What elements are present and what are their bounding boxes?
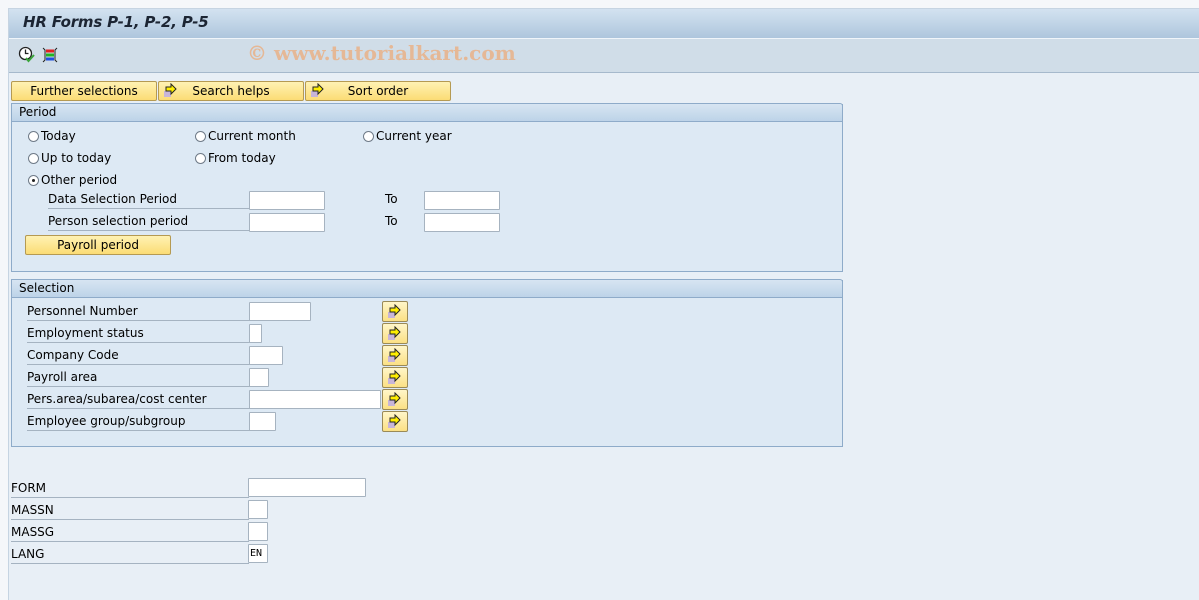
radio-today[interactable]: Today: [28, 128, 76, 144]
arrow-right-icon: [388, 304, 401, 318]
search-helps-label: Search helps: [192, 84, 270, 98]
execute-clock-icon[interactable]: [18, 46, 36, 64]
radio-label: Current year: [376, 129, 452, 143]
to-label: To: [385, 192, 398, 206]
multiple-selection-button[interactable]: [382, 411, 408, 432]
watermark-text: © www.tutorialkart.com: [247, 41, 516, 65]
multiple-selection-button[interactable]: [382, 301, 408, 322]
page-title: HR Forms P-1, P-2, P-5: [23, 13, 209, 31]
radio-current-year[interactable]: Current year: [363, 128, 452, 144]
employee-group-input[interactable]: [249, 412, 276, 431]
personnel-number-input[interactable]: [249, 302, 311, 321]
employment-status-label: Employment status: [27, 323, 250, 343]
personnel-number-label: Personnel Number: [27, 301, 250, 321]
arrow-right-icon: [388, 348, 401, 362]
radio-label: Up to today: [41, 151, 112, 165]
pers-area-input[interactable]: [249, 390, 381, 409]
arrow-right-icon: [163, 82, 179, 104]
data-selection-from-input[interactable]: [249, 191, 325, 210]
sap-window: HR Forms P-1, P-2, P-5 © www.tutorialkar…: [8, 8, 1199, 600]
radio-from-today[interactable]: From today: [195, 150, 276, 166]
radio-circle-selected[interactable]: [28, 175, 39, 186]
title-bar: HR Forms P-1, P-2, P-5: [9, 9, 1199, 39]
radio-label: From today: [208, 151, 276, 165]
radio-circle[interactable]: [28, 153, 39, 164]
person-selection-period-label: Person selection period: [48, 211, 250, 231]
multiple-selection-button[interactable]: [382, 389, 408, 410]
application-toolbar: © www.tutorialkart.com: [9, 39, 1199, 73]
selection-group: Selection Personnel Number Employment st…: [11, 279, 843, 447]
search-helps-button[interactable]: Search helps: [158, 81, 304, 101]
radio-current-month[interactable]: Current month: [195, 128, 296, 144]
form-input[interactable]: [248, 478, 366, 497]
multiple-selection-button[interactable]: [382, 367, 408, 388]
arrow-right-icon: [388, 326, 401, 340]
period-group: Period Today Current month Current year …: [11, 103, 843, 272]
radio-circle[interactable]: [195, 131, 206, 142]
data-selection-to-input[interactable]: [424, 191, 500, 210]
massn-input[interactable]: [248, 500, 268, 519]
arrow-right-icon: [388, 414, 401, 428]
period-group-header: Period: [11, 103, 843, 122]
payroll-area-input[interactable]: [249, 368, 269, 387]
selection-options-icon[interactable]: [41, 46, 59, 64]
further-selections-button[interactable]: Further selections: [11, 81, 157, 101]
massg-input[interactable]: [248, 522, 268, 541]
employee-group-label: Employee group/subgroup: [27, 411, 250, 431]
lang-label: LANG: [11, 544, 249, 564]
radio-circle[interactable]: [28, 131, 39, 142]
multiple-selection-button[interactable]: [382, 323, 408, 344]
data-selection-period-label: Data Selection Period: [48, 189, 250, 209]
payroll-period-button[interactable]: Payroll period: [25, 235, 171, 255]
arrow-right-icon: [388, 370, 401, 384]
massn-label: MASSN: [11, 500, 249, 520]
radio-circle[interactable]: [195, 153, 206, 164]
radio-circle[interactable]: [363, 131, 374, 142]
pers-area-label: Pers.area/subarea/cost center: [27, 389, 250, 409]
radio-other-period[interactable]: Other period: [28, 172, 117, 188]
payroll-period-label: Payroll period: [57, 238, 139, 252]
multiple-selection-button[interactable]: [382, 345, 408, 366]
massg-label: MASSG: [11, 522, 249, 542]
to-label: To: [385, 214, 398, 228]
radio-up-to-today[interactable]: Up to today: [28, 150, 111, 166]
company-code-label: Company Code: [27, 345, 250, 365]
lang-input[interactable]: [248, 544, 268, 563]
payroll-area-label: Payroll area: [27, 367, 250, 387]
arrow-right-icon: [310, 82, 326, 104]
form-label: FORM: [11, 478, 249, 498]
sort-order-label: Sort order: [347, 84, 409, 98]
employment-status-input[interactable]: [249, 324, 262, 343]
person-selection-to-input[interactable]: [424, 213, 500, 232]
sort-order-button[interactable]: Sort order: [305, 81, 451, 101]
person-selection-from-input[interactable]: [249, 213, 325, 232]
further-selections-label: Further selections: [30, 84, 138, 98]
radio-label: Today: [41, 129, 76, 143]
arrow-right-icon: [388, 392, 401, 406]
radio-label: Other period: [41, 173, 118, 187]
selection-group-header: Selection: [11, 279, 843, 298]
company-code-input[interactable]: [249, 346, 283, 365]
radio-label: Current month: [208, 129, 296, 143]
